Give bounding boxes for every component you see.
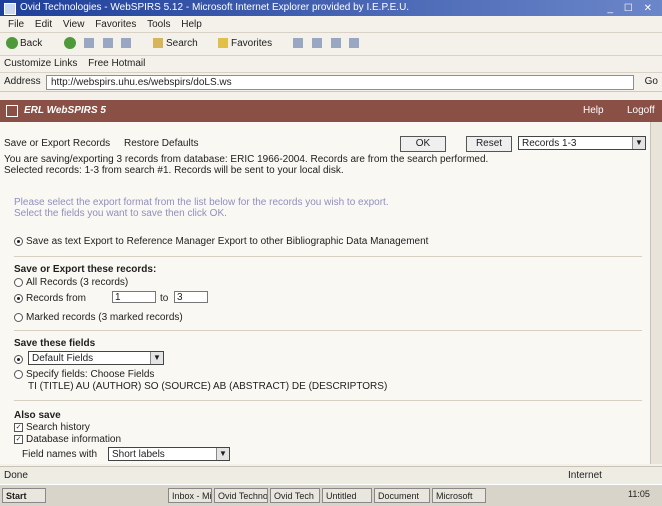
- toolbar: Back Search Favorites: [0, 33, 662, 56]
- search-history-checkbox[interactable]: ✓: [14, 422, 23, 432]
- menu-edit[interactable]: Edit: [35, 19, 52, 30]
- records-from-input[interactable]: 1: [112, 291, 156, 303]
- format-select-value: Records 1-3: [522, 138, 577, 149]
- help-link[interactable]: Help: [583, 105, 604, 116]
- links-bar: Customize Links Free Hotmail: [0, 56, 662, 73]
- refresh-icon[interactable]: [102, 38, 113, 49]
- edit-icon[interactable]: [349, 38, 360, 49]
- fields-heading: Save these fields: [14, 338, 96, 349]
- default-fields-value: Default Fields: [32, 353, 94, 364]
- reset-button[interactable]: Reset: [466, 136, 512, 152]
- star-icon: [218, 38, 228, 49]
- window-title: Ovid Technologies - WebSPIRS 5.12 - Micr…: [20, 2, 410, 13]
- all-records-option[interactable]: All Records (3 records): [14, 277, 128, 288]
- start-button[interactable]: Start: [2, 488, 46, 503]
- chevron-down-icon: ▼: [632, 137, 645, 149]
- records-from-option[interactable]: Records from: [14, 293, 86, 304]
- chevron-down-icon: ▼: [216, 448, 229, 460]
- link-customize[interactable]: Customize Links: [4, 58, 77, 69]
- address-bar: Address http://webspirs.uhu.es/webspirs/…: [0, 73, 662, 92]
- default-fields-option[interactable]: [14, 354, 26, 365]
- link-free-hotmail[interactable]: Free Hotmail: [88, 58, 145, 69]
- task-button[interactable]: Ovid Tech: [270, 488, 320, 503]
- divider: [14, 400, 642, 401]
- menu-view[interactable]: View: [63, 19, 85, 30]
- records-to-input[interactable]: 3: [174, 291, 208, 303]
- divider: [14, 256, 642, 257]
- task-button[interactable]: Microsoft: [432, 488, 486, 503]
- all-records-radio[interactable]: [14, 277, 23, 287]
- field-names-label: Field names with: [22, 449, 98, 460]
- mail-icon[interactable]: [311, 38, 322, 49]
- format-options: Save as text Export to Reference Manager…: [14, 236, 428, 247]
- taskbar: Start Inbox - Microsoft Ovid Technol Ovi…: [0, 484, 662, 506]
- chevron-down-icon: ▼: [150, 352, 163, 364]
- hint-line-2: Select the fields you want to save then …: [14, 208, 227, 219]
- description-line-1: You are saving/exporting 3 records from …: [4, 154, 489, 165]
- app-banner: ERL WebSPIRS 5 Help Logoff: [0, 100, 662, 122]
- clock: 11:05: [628, 489, 650, 499]
- marked-records-radio[interactable]: [14, 312, 23, 322]
- records-heading: Save or Export these records:: [14, 264, 157, 275]
- print-icon[interactable]: [330, 38, 341, 49]
- logoff-link[interactable]: Logoff: [627, 105, 655, 116]
- database-info-checkbox[interactable]: ✓: [14, 434, 23, 444]
- format-select[interactable]: Records 1-3 ▼: [518, 136, 646, 150]
- records-from-radio[interactable]: [14, 293, 23, 303]
- vertical-scrollbar[interactable]: [650, 122, 662, 464]
- hint-line-1: Please select the export format from the…: [14, 197, 389, 208]
- field-names-value: Short labels: [112, 449, 165, 460]
- menu-file[interactable]: File: [8, 19, 24, 30]
- restore-defaults-link[interactable]: Restore Defaults: [124, 138, 198, 149]
- page-title: Save or Export Records: [4, 138, 111, 149]
- ie-icon: [4, 3, 16, 15]
- stop-icon[interactable]: [83, 38, 94, 49]
- status-bar: Done Internet: [0, 466, 662, 484]
- home-icon[interactable]: [121, 38, 132, 49]
- database-info-option[interactable]: ✓ Database information: [14, 434, 121, 445]
- app-name: ERL WebSPIRS 5: [24, 105, 106, 116]
- divider: [14, 330, 642, 331]
- search-button[interactable]: Search: [150, 37, 198, 51]
- to-label: to: [160, 293, 169, 304]
- window-titlebar: Ovid Technologies - WebSPIRS 5.12 - Micr…: [0, 0, 662, 16]
- extra-toolbar-icons: [290, 37, 362, 51]
- search-icon: [153, 38, 163, 49]
- menu-bar: File Edit View Favorites Tools Help: [0, 17, 662, 33]
- export-panel: Save or Export Records Restore Defaults …: [0, 122, 650, 464]
- forward-arrow-icon[interactable]: [64, 37, 76, 50]
- history-icon[interactable]: [293, 38, 303, 49]
- address-input[interactable]: http://webspirs.uhu.es/webspirs/doLS.ws: [46, 75, 634, 90]
- fields-list: TI (TITLE) AU (AUTHOR) SO (SOURCE) AB (A…: [28, 381, 388, 392]
- status-text: Done: [4, 470, 28, 481]
- ok-button[interactable]: OK: [400, 136, 446, 152]
- specify-fields-radio[interactable]: [14, 369, 23, 379]
- menu-tools[interactable]: Tools: [147, 19, 170, 30]
- default-fields-select[interactable]: Default Fields ▼: [28, 351, 164, 365]
- go-button[interactable]: Go: [645, 76, 658, 87]
- menu-help[interactable]: Help: [181, 19, 202, 30]
- window-controls[interactable]: _ ☐ ✕: [608, 1, 656, 17]
- task-button[interactable]: Ovid Technol: [214, 488, 268, 503]
- task-button[interactable]: Document: [374, 488, 430, 503]
- internet-zone: Internet: [568, 470, 602, 481]
- also-save-heading: Also save: [14, 410, 61, 421]
- search-history-option[interactable]: ✓ Search history: [14, 422, 90, 433]
- address-label: Address: [4, 76, 41, 87]
- menu-favorites[interactable]: Favorites: [95, 19, 136, 30]
- field-names-select[interactable]: Short labels ▼: [108, 447, 230, 461]
- description-line-2: Selected records: 1-3 from search #1. Re…: [4, 165, 344, 176]
- format-radio-text[interactable]: [14, 236, 23, 246]
- marked-records-option[interactable]: Marked records (3 marked records): [14, 312, 183, 323]
- default-fields-radio[interactable]: [14, 354, 23, 364]
- app-logo-icon: [6, 105, 18, 117]
- back-arrow-icon: [6, 37, 18, 50]
- task-button[interactable]: Inbox - Microsoft: [168, 488, 212, 503]
- favorites-button[interactable]: Favorites: [215, 37, 272, 51]
- back-button[interactable]: Back: [6, 37, 42, 51]
- nav-icons: [64, 37, 134, 51]
- task-button[interactable]: Untitled: [322, 488, 372, 503]
- specify-fields-option[interactable]: Specify fields: Choose Fields: [14, 369, 154, 380]
